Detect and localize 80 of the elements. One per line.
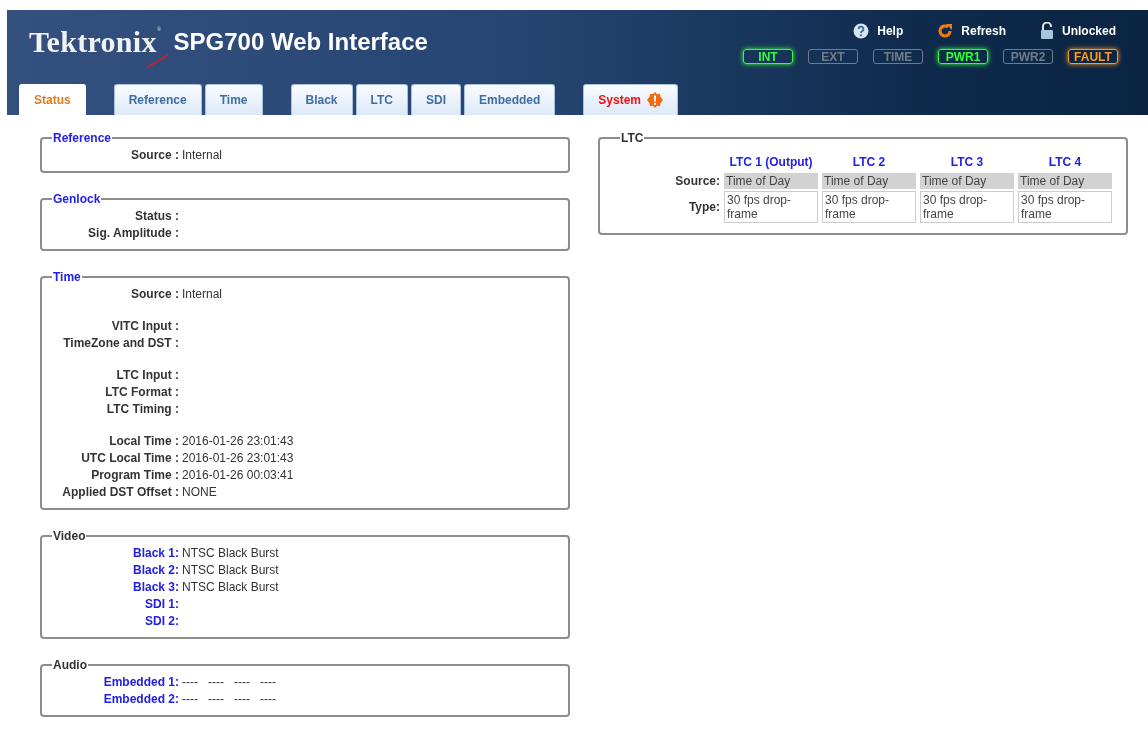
field-label: SDI 1: [144, 596, 179, 612]
table-cell: Time of Day [1018, 173, 1112, 189]
field-value: NTSC Black Burst [181, 545, 280, 561]
alert-icon [647, 92, 664, 108]
field-label: Black 2: [131, 562, 179, 578]
field-value: 2016-01-26 23:01:43 [181, 433, 295, 449]
refresh-icon [937, 22, 954, 39]
tab[interactable]: Status [19, 84, 86, 115]
field-label: VITC Input : [110, 318, 179, 334]
row-label: Type: [687, 199, 720, 216]
field-label: Program Time : [90, 467, 179, 483]
refresh-button[interactable]: Refresh [935, 20, 1008, 41]
table-cell: 30 fps drop-frame [1018, 191, 1112, 223]
lock-button[interactable]: Unlocked [1038, 20, 1118, 41]
field-label: Embedded 1: [102, 674, 179, 690]
help-button[interactable]: Help [851, 20, 906, 41]
field-label: Applied DST Offset : [61, 484, 179, 500]
field-label: TimeZone and DST : [62, 335, 179, 351]
field-label: Source : [130, 147, 179, 163]
field-value: ---- [259, 691, 276, 707]
tab[interactable]: LTC [355, 84, 408, 115]
field-label: UTC Local Time : [80, 450, 179, 466]
field-value: ---- [208, 674, 224, 690]
status-indicator: FAULT [1068, 49, 1118, 64]
field-value: ---- [233, 674, 250, 690]
field-label: Source : [130, 286, 179, 302]
field-value: ---- [233, 691, 250, 707]
section-title: Reference [52, 131, 113, 145]
section-title: LTC [620, 131, 645, 145]
status-indicator: PWR1 [938, 49, 988, 64]
table-cell: 30 fps drop-frame [724, 191, 818, 223]
table-cell: Time of Day [920, 173, 1014, 189]
field-value: 2016-01-26 00:03:41 [181, 467, 295, 483]
field-label: SDI 2: [144, 613, 179, 629]
status-indicator: INT [743, 49, 793, 64]
field-label: Sig. Amplitude : [87, 225, 179, 241]
tab[interactable]: SDI [411, 84, 461, 115]
field-value: NTSC Black Burst [181, 562, 280, 578]
status-indicator: TIME [873, 49, 923, 64]
unlocked-padlock-icon [1040, 22, 1054, 39]
field-value: Internal [181, 286, 224, 302]
column-header: LTC 3 [949, 154, 985, 171]
swoosh-icon [147, 54, 169, 68]
section-title: Time [52, 270, 82, 284]
app-title: SPG700 Web Interface [173, 28, 428, 56]
help-icon [853, 22, 870, 39]
tab[interactable]: Reference [113, 84, 202, 115]
field-value: NTSC Black Burst [181, 579, 280, 595]
tab[interactable]: Embedded [464, 84, 556, 115]
field-value: ---- [182, 691, 198, 707]
field-value: ---- [182, 674, 198, 690]
section-title: Audio [52, 658, 88, 672]
column-header: LTC 4 [1047, 154, 1083, 171]
field-value: ---- [259, 674, 276, 690]
section-title: Video [52, 529, 87, 543]
field-label: LTC Input : [115, 367, 179, 383]
field-value: ---- [208, 691, 224, 707]
field-label: Black 3: [131, 579, 179, 595]
row-label: Source: [675, 173, 720, 189]
field-label: Status : [134, 208, 179, 224]
status-indicator: EXT [808, 49, 858, 64]
field-value: NONE [181, 484, 218, 500]
table-cell: 30 fps drop-frame [920, 191, 1014, 223]
field-label: Local Time : [108, 433, 179, 449]
table-cell: Time of Day [724, 173, 818, 189]
tab[interactable]: Black [290, 84, 353, 115]
table-cell: 30 fps drop-frame [822, 191, 916, 223]
field-value: Internal [181, 147, 224, 163]
field-value: 2016-01-26 23:01:43 [181, 450, 295, 466]
column-header: LTC 1 (Output) [728, 154, 814, 171]
tab[interactable]: System [583, 84, 679, 115]
field-label: LTC Timing : [105, 401, 179, 417]
status-indicator: PWR2 [1003, 49, 1053, 64]
field-label: LTC Format : [104, 384, 179, 400]
table-cell: Time of Day [822, 173, 916, 189]
field-label: Black 1: [131, 545, 179, 561]
column-header: LTC 2 [851, 154, 887, 171]
section-title: Genlock [52, 192, 102, 206]
tab[interactable]: Time [204, 84, 263, 115]
field-label: Embedded 2: [102, 691, 179, 707]
